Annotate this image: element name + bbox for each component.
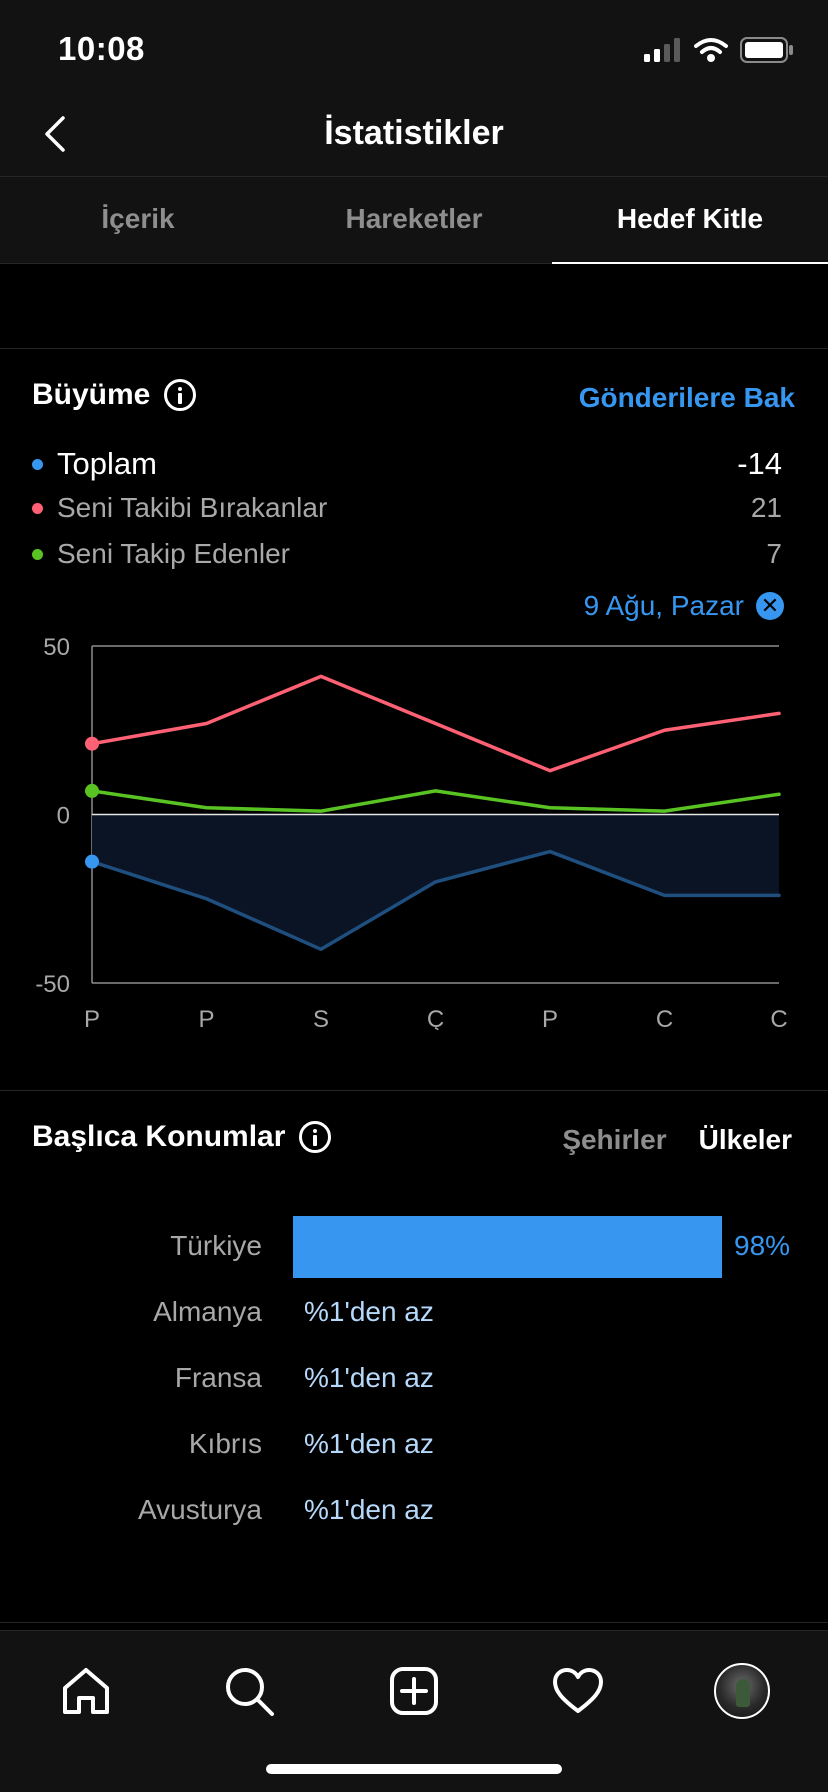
location-value: 98% xyxy=(734,1230,791,1261)
see-posts-link[interactable]: Gönderilere Bak xyxy=(579,382,795,414)
section-divider xyxy=(0,348,828,349)
growth-chart[interactable]: 50 0 -50 P P S Ç P C C xyxy=(0,620,828,1030)
location-value: %1'den az xyxy=(304,1494,434,1525)
x-tick-label: C xyxy=(770,1006,787,1030)
section-divider xyxy=(0,1090,828,1091)
legend-value: 7 xyxy=(766,538,782,569)
new-post-icon xyxy=(390,1667,438,1715)
growth-heading: Büyüme xyxy=(32,378,197,412)
location-name: Almanya xyxy=(153,1296,262,1327)
location-tabs: Şehirler Ülkeler xyxy=(562,1124,792,1156)
x-tick-label: S xyxy=(313,1006,329,1030)
location-row: Avusturya %1'den az xyxy=(0,1480,828,1542)
legend-row-total: Toplam -14 xyxy=(32,446,782,482)
x-tick-label: C xyxy=(656,1006,673,1030)
home-icon xyxy=(63,1668,109,1714)
insights-tabs: İçerik Hareketler Hedef Kitle xyxy=(0,176,828,264)
heart-icon xyxy=(553,1668,603,1713)
growth-title: Büyüme xyxy=(32,378,151,411)
location-row: Almanya %1'den az xyxy=(0,1282,828,1344)
status-bar: 10:08 xyxy=(0,0,828,96)
legend-dot xyxy=(32,548,43,560)
close-icon[interactable]: ✕ xyxy=(756,592,784,620)
total-point-marker xyxy=(85,854,99,869)
page-title: İstatistikler xyxy=(324,114,504,152)
legend-dot xyxy=(32,502,43,514)
new-post-button[interactable] xyxy=(378,1655,450,1727)
info-icon[interactable] xyxy=(164,379,197,411)
location-name: Fransa xyxy=(174,1362,262,1393)
location-row: Türkiye 98% xyxy=(0,1216,828,1278)
nav-bar: İstatistikler xyxy=(0,96,828,176)
x-tick-label: P xyxy=(84,1006,100,1030)
location-value: %1'den az xyxy=(304,1296,434,1327)
location-row: Fransa %1'den az xyxy=(0,1348,828,1410)
section-divider xyxy=(0,1622,828,1623)
x-tick-label: P xyxy=(198,1006,214,1030)
tab-audience[interactable]: Hedef Kitle xyxy=(552,177,828,264)
location-name: Kıbrıs xyxy=(188,1428,262,1459)
profile-avatar xyxy=(714,1663,770,1719)
tab-activity[interactable]: Hareketler xyxy=(276,177,552,263)
legend-label: Seni Takip Edenler xyxy=(57,538,290,569)
home-button[interactable] xyxy=(50,1655,122,1727)
y-tick-label: 50 xyxy=(43,634,70,661)
info-icon[interactable] xyxy=(299,1121,332,1153)
top-locations-title: Başlıca Konumlar xyxy=(32,1120,286,1153)
legend-value: 21 xyxy=(750,492,782,523)
search-icon xyxy=(226,1668,274,1716)
followed-series-line xyxy=(90,789,781,813)
tab-content[interactable]: İçerik xyxy=(0,177,276,263)
location-bar xyxy=(293,1216,722,1278)
location-value: %1'den az xyxy=(304,1428,434,1459)
legend-value: -14 xyxy=(737,446,782,481)
search-button[interactable] xyxy=(213,1655,285,1727)
profile-button[interactable] xyxy=(706,1655,778,1727)
wifi-icon xyxy=(694,38,728,62)
selected-date: 9 Ağu, Pazar xyxy=(583,590,744,621)
location-name: Avusturya xyxy=(138,1494,262,1525)
legend-label: Toplam xyxy=(57,446,157,481)
tab-cities[interactable]: Şehirler xyxy=(562,1124,666,1156)
battery-icon xyxy=(740,37,793,63)
y-tick-label: -50 xyxy=(35,971,70,998)
activity-button[interactable] xyxy=(542,1655,614,1727)
x-tick-label: Ç xyxy=(427,1006,444,1030)
followed-point-marker xyxy=(85,783,99,798)
status-icons xyxy=(644,36,794,64)
selected-date-chip[interactable]: 9 Ağu, Pazar ✕ xyxy=(584,590,784,622)
legend-row-unfollowed: Seni Takibi Bırakanlar 21 xyxy=(32,492,782,524)
cellular-signal-icon xyxy=(644,38,680,62)
legend-dot xyxy=(32,458,43,470)
location-name: Türkiye xyxy=(170,1230,262,1261)
unfollowed-series-line xyxy=(90,674,781,773)
legend-label: Seni Takibi Bırakanlar xyxy=(57,492,328,523)
status-time: 10:08 xyxy=(58,30,145,67)
tab-countries[interactable]: Ülkeler xyxy=(699,1124,792,1156)
legend-row-followed: Seni Takip Edenler 7 xyxy=(32,538,782,570)
y-tick-label: 0 xyxy=(57,803,70,830)
home-indicator xyxy=(266,1764,562,1774)
location-row: Kıbrıs %1'den az xyxy=(0,1414,828,1476)
x-tick-label: P xyxy=(542,1006,558,1030)
unfollowed-point-marker xyxy=(85,736,99,751)
top-locations-heading: Başlıca Konumlar xyxy=(32,1120,332,1154)
location-value: %1'den az xyxy=(304,1362,434,1393)
